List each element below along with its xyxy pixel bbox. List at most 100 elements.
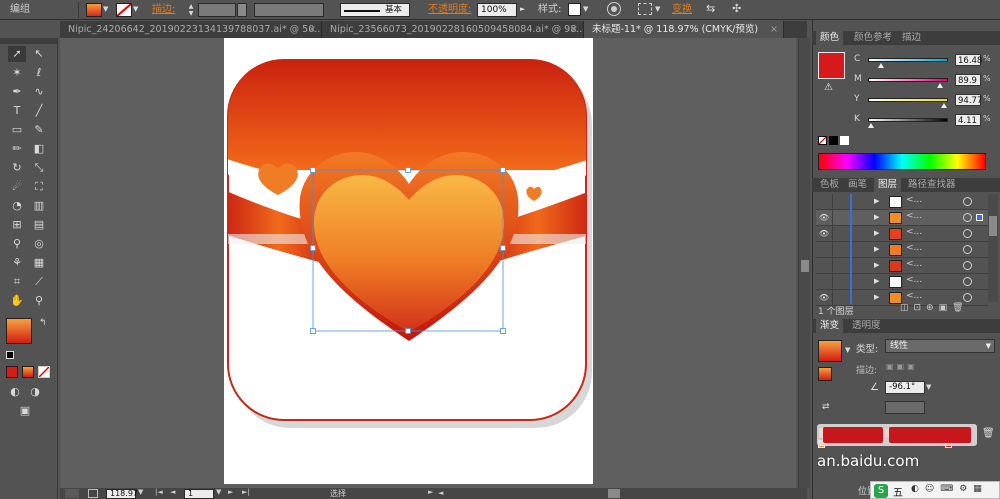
stroke-label[interactable]: 描边: [152,0,175,20]
draw-mode-icon[interactable]: ◐ [6,384,24,400]
perspective-grid-icon[interactable]: ▥ [30,198,48,214]
last-page-icon[interactable]: ►| [242,488,250,496]
chevron-down-icon[interactable]: ▼ [926,381,936,394]
tab-swatches[interactable]: 色板 [816,178,843,192]
color-mode-icon[interactable] [6,366,18,378]
tab-layers[interactable]: 图层 [874,178,902,192]
none-mode-icon[interactable] [38,366,50,378]
fill-gradient-swatch[interactable] [818,367,832,381]
expand-triangle-icon[interactable]: ▶ [874,293,879,301]
paintbrush-icon[interactable]: ✎ [30,122,48,138]
hand-tool-icon[interactable]: ✋ [8,293,26,309]
shape-builder-icon[interactable]: ◔ [8,198,26,214]
chevron-down-icon[interactable]: ▼ [138,488,143,496]
flip-icon[interactable]: ⇆ [706,2,715,15]
layer-row[interactable]: ▶ <... [816,242,988,258]
swap-fill-stroke-icon[interactable]: ↰ [39,318,47,328]
gradient-preview[interactable] [818,340,842,362]
chevron-down-icon[interactable]: ▼ [655,5,660,13]
pencil-icon[interactable]: ✏ [8,141,26,157]
lock-column[interactable] [832,210,833,226]
color-spectrum[interactable] [818,153,986,170]
fill-swatch[interactable] [86,3,102,17]
white-swatch[interactable] [840,136,849,145]
selected-art-indicator[interactable] [976,214,983,221]
layout-icon[interactable] [65,489,79,498]
eyedropper-icon[interactable]: ⚲ [8,236,26,252]
expand-triangle-icon[interactable]: ▶ [874,245,879,253]
symbol-sprayer-icon[interactable]: ⚘ [8,255,26,271]
expand-triangle-icon[interactable]: ▶ [874,261,879,269]
stroke-swatch[interactable] [116,3,132,17]
channel-slider-c[interactable] [868,58,948,62]
chevron-down-icon[interactable]: ▼ [103,5,108,13]
stroke-gradient-options-icons[interactable]: ▣▣▣ [886,362,930,374]
out-of-gamut-icon[interactable]: ⚠ [824,82,833,93]
curvature-tool-icon[interactable]: ∿ [30,84,48,100]
layer-row[interactable]: ▶ <... [816,274,988,290]
visibility-eye-icon[interactable]: 👁 [818,228,830,240]
visibility-eye-icon[interactable]: 👁 [818,292,830,304]
rotate-tool-icon[interactable]: ↻ [8,160,26,176]
free-transform-icon[interactable]: ⛶ [30,179,48,195]
visibility-eye-icon[interactable] [818,260,830,272]
lasso-icon[interactable]: ℓ [30,65,48,81]
reverse-gradient-icon[interactable]: ⇄ [822,402,830,412]
transform-link[interactable]: 变换 [672,0,692,20]
active-fill-color[interactable] [818,52,845,79]
default-colors-icon[interactable] [6,351,14,359]
horizontal-scroll-thumb[interactable] [608,489,620,498]
channel-slider-knob[interactable] [878,63,884,68]
zoom-field[interactable]: 118.97 [106,489,138,499]
trash-icon[interactable]: 🗑 [982,428,995,439]
ime-mode-label[interactable]: 五 [893,484,903,499]
visibility-eye-icon[interactable] [818,244,830,256]
black-swatch[interactable] [829,136,838,145]
chevron-down-icon[interactable]: ▼ [216,488,221,496]
expand-triangle-icon[interactable]: ▶ [874,277,879,285]
expand-triangle-icon[interactable]: ▶ [874,213,879,221]
target-circle-icon[interactable] [963,277,972,286]
zoom-tool-icon[interactable]: ⚲ [30,293,48,309]
blend-tool-icon[interactable]: ◎ [30,236,48,252]
expand-triangle-icon[interactable]: ▶ [874,229,879,237]
tab-color[interactable]: 颜色 [816,31,844,45]
expand-triangle-icon[interactable]: ▶ [874,197,879,205]
draw-behind-icon[interactable]: ◑ [26,384,44,400]
graphic-style-swatch[interactable] [568,3,581,16]
channel-value-c[interactable]: 16.48 [955,54,982,66]
target-circle-icon[interactable] [963,293,972,302]
scale-tool-icon[interactable]: ⤡ [30,160,48,176]
warp-tool-icon[interactable]: ☄ [8,179,26,195]
tab-document-2[interactable]: Nipic_23566073_20190228160509458084.ai* … [322,21,584,38]
channel-slider-y[interactable] [868,98,948,102]
opacity-label[interactable]: 不透明度: [428,0,471,20]
screen-mode-icon[interactable]: ▣ [16,403,34,419]
chevron-right-icon[interactable]: ► [520,5,525,13]
vertical-scrollbar[interactable] [798,38,810,488]
lock-column[interactable] [832,258,833,274]
rectangle-tool-icon[interactable]: ▭ [8,122,26,138]
align-icon[interactable] [638,3,652,15]
chevron-right-icon[interactable]: ► [428,488,433,496]
channel-value-k[interactable]: 4.11 [955,114,981,126]
angle-field[interactable]: -96.1° [885,381,925,394]
layer-row[interactable]: 👁 ▶ <... [816,226,988,242]
recolor-artwork-icon[interactable] [607,2,621,16]
opacity-field[interactable]: 100% [477,3,517,17]
scroll-left-icon[interactable]: ◄ [438,489,450,498]
isolate-icon[interactable]: ✣ [732,2,741,15]
lock-column[interactable] [832,242,833,258]
stroke-weight-field[interactable] [198,3,236,17]
visibility-eye-icon[interactable]: 👁 [818,212,830,224]
magic-wand-icon[interactable]: ✶ [8,65,26,81]
channel-slider-m[interactable] [868,78,948,82]
stroke-stepper[interactable]: ▲ ▼ [186,3,196,17]
channel-slider-k[interactable] [868,118,948,122]
scroll-thumb[interactable] [801,260,809,272]
chevron-down-icon[interactable]: ▼ [845,346,850,354]
heart-icon-artwork[interactable] [224,38,593,484]
gradient-type-select[interactable]: 线性 ▼ [885,339,995,353]
channel-slider-knob[interactable] [941,103,947,108]
chevron-down-icon[interactable]: ▼ [583,5,588,13]
